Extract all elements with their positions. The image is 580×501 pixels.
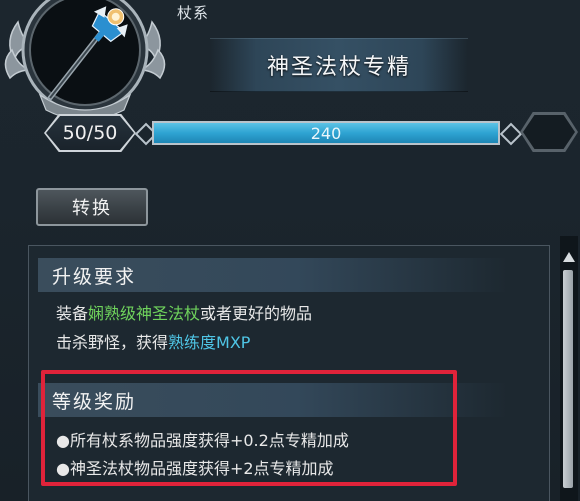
requirements-heading: 升级要求	[38, 258, 508, 292]
scroll-up-arrow-icon[interactable]	[563, 252, 575, 262]
proficiency-bar-value: 240	[310, 124, 342, 143]
proficiency-bar: 240	[152, 121, 500, 145]
holy-staff-icon	[4, 0, 166, 121]
bar-right-diamond	[499, 122, 523, 146]
requirement-line-kill: 击杀野怪，获得熟练度MXP	[56, 333, 251, 352]
switch-button[interactable]: 转换	[36, 188, 148, 226]
requirement-line-equip: 装备娴熟级神圣法杖或者更好的物品	[56, 304, 313, 323]
staff-emblem	[0, 0, 170, 121]
page-title: 神圣法杖专精	[266, 55, 411, 80]
required-item-link[interactable]: 娴熟级神圣法杖	[88, 304, 200, 323]
scrollbar-thumb[interactable]	[563, 270, 573, 488]
title-banner: 神圣法杖专精	[210, 38, 468, 92]
mxp-link[interactable]: 熟练度MXP	[168, 333, 250, 352]
level-badge: 50/50	[46, 116, 134, 150]
annotation-highlight-box	[41, 370, 457, 486]
category-label: 杖系	[177, 4, 210, 22]
